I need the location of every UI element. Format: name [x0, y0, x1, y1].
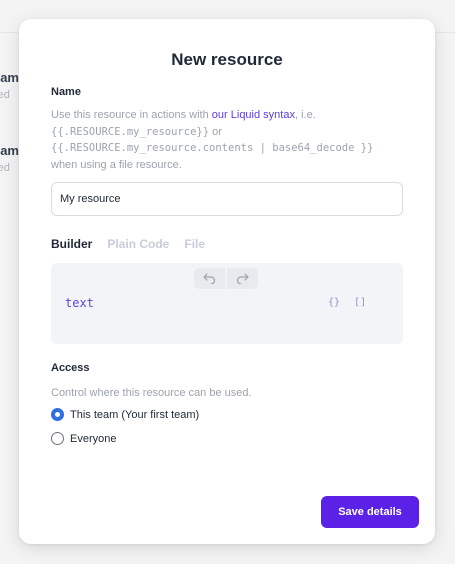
editor-tools: {} [] [328, 297, 366, 308]
liquid-syntax-link[interactable]: our Liquid syntax [212, 109, 295, 121]
radio-this-team[interactable] [51, 408, 64, 421]
tab-builder[interactable]: Builder [51, 237, 92, 251]
save-details-button[interactable]: Save details [321, 496, 419, 528]
undo-icon [203, 273, 216, 284]
radio-everyone[interactable] [51, 432, 64, 445]
new-resource-modal: New resource Name Use this resource in a… [19, 19, 435, 544]
radio-label-this-team: This team (Your first team) [70, 408, 200, 421]
example-resource-syntax: {{.RESOURCE.my_resource}} [51, 125, 210, 138]
editor-content[interactable]: text [65, 296, 94, 310]
resource-name-input[interactable] [51, 182, 403, 216]
help-suffix: when using a file resource. [51, 158, 182, 171]
access-help-text: Control where this resource can be used. [51, 387, 252, 399]
tab-plain-code[interactable]: Plain Code [107, 237, 169, 251]
tab-file[interactable]: File [184, 237, 205, 251]
radio-label-everyone: Everyone [70, 432, 117, 445]
help-prefix: Use this resource in actions with [51, 109, 212, 121]
insert-array-button[interactable]: [] [354, 297, 366, 308]
modal-title: New resource [171, 50, 283, 69]
access-option-this-team[interactable]: This team (Your first team) [51, 408, 199, 421]
access-option-everyone[interactable]: Everyone [51, 432, 116, 445]
name-help-text: Use this resource in actions with our Li… [51, 107, 411, 173]
redo-icon [236, 273, 249, 284]
redo-button[interactable] [227, 268, 258, 289]
access-label: Access [51, 362, 90, 374]
help-or: or [209, 125, 222, 138]
undo-button[interactable] [194, 268, 225, 289]
name-label: Name [51, 86, 81, 98]
example-file-syntax: {{.RESOURCE.my_resource.contents | base6… [51, 142, 374, 154]
builder-editor[interactable]: text {} [] [51, 263, 403, 344]
editor-tabs: Builder Plain Code File [51, 237, 205, 251]
insert-object-button[interactable]: {} [328, 297, 340, 308]
undo-redo-group [194, 268, 258, 289]
help-mid: , i.e. [294, 109, 316, 121]
